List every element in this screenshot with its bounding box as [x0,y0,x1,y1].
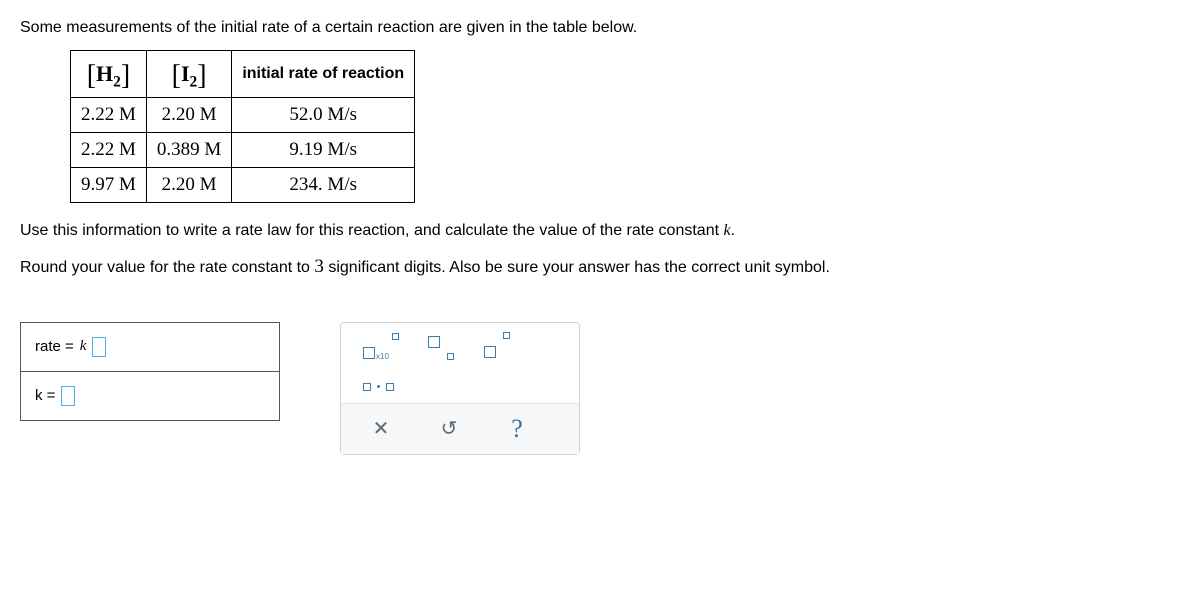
answer-box: rate = k k = [20,322,280,421]
cell-i2: 2.20 M [146,98,231,133]
intro-text: Some measurements of the initial rate of… [20,16,1180,40]
cell-i2: 0.389 M [146,133,231,168]
tool-superscript[interactable] [483,336,511,358]
k-label: k = [35,387,55,404]
rate-law-input[interactable] [92,337,106,357]
col-header-rate: initial rate of reaction [232,51,415,98]
table-row: 2.22 M 2.20 M 52.0 M/s [71,98,415,133]
rate-k-symbol: k [80,338,87,355]
cell-h2: 2.22 M [71,133,147,168]
tool-subscript[interactable] [427,336,455,358]
rate-law-row: rate = k [21,323,279,371]
col-header-i2: [I2] [146,51,231,98]
data-table: [H2] [I2] initial rate of reaction 2.22 … [70,50,415,203]
clear-button[interactable]: ✕ [367,416,395,441]
cell-rate: 52.0 M/s [232,98,415,133]
cell-i2: 2.20 M [146,168,231,203]
rate-label: rate = [35,338,74,355]
cell-rate: 9.19 M/s [232,133,415,168]
cell-h2: 2.22 M [71,98,147,133]
tool-multiply-dot[interactable] [363,383,394,391]
help-button[interactable]: ? [503,414,531,444]
instruction-1: Use this information to write a rate law… [20,219,1180,243]
undo-button[interactable]: ↺ [435,416,463,441]
input-palette: x10 ✕ ↺ [340,322,580,455]
table-row: 2.22 M 0.389 M 9.19 M/s [71,133,415,168]
cell-rate: 234. M/s [232,168,415,203]
k-value-input[interactable] [61,386,75,406]
tool-scientific-notation[interactable]: x10 [363,335,399,359]
k-value-row: k = [21,371,279,420]
cell-h2: 9.97 M [71,168,147,203]
instruction-2: Round your value for the rate constant t… [20,253,1180,282]
col-header-h2: [H2] [71,51,147,98]
table-row: 9.97 M 2.20 M 234. M/s [71,168,415,203]
